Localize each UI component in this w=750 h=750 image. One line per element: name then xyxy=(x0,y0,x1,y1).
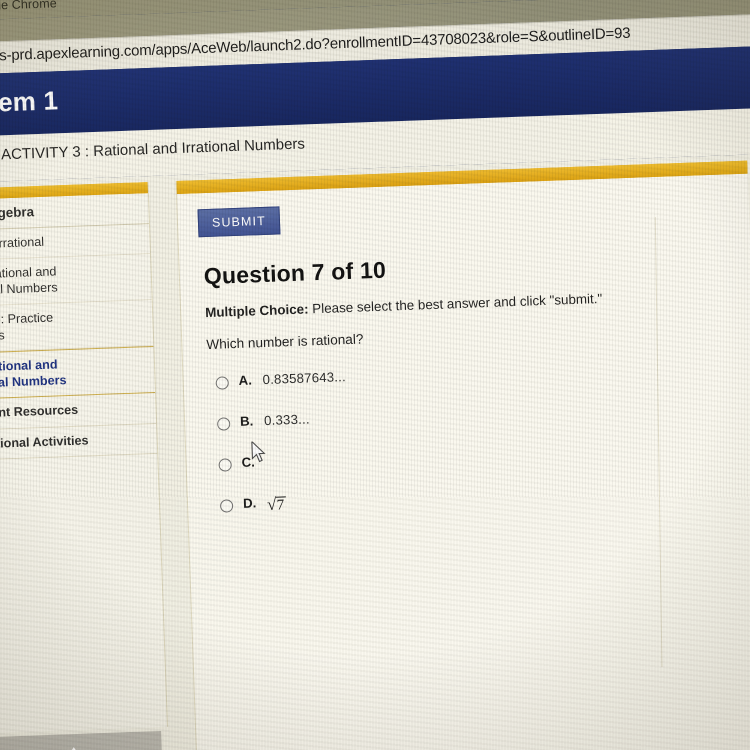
option-text: 0.83587643... xyxy=(262,369,347,388)
answer-option-c[interactable]: C. xyxy=(218,437,737,472)
sidebar-item-label: nd Irrational xyxy=(0,234,45,251)
sidebar-item-6[interactable]: ditional Activities xyxy=(0,423,158,461)
question-panel: SUBMIT Question 7 of 10 Multiple Choice:… xyxy=(175,160,750,750)
sidebar-item-3[interactable]: kup: Practice ems xyxy=(0,300,154,353)
sidebar-item-2[interactable]: : Rational and onal Numbers xyxy=(0,254,152,307)
sidebar-item-label: kup: Practice ems xyxy=(0,310,54,343)
option-letter: D. xyxy=(242,495,257,511)
question-instruction-label: Multiple Choice: xyxy=(204,301,309,321)
square-root-icon: √7 xyxy=(267,494,287,515)
answer-option-d[interactable]: D. √7 xyxy=(219,478,739,517)
option-letter: B. xyxy=(239,413,254,429)
option-letter: A. xyxy=(238,372,253,388)
sidebar-scroll-up-button[interactable] xyxy=(0,730,163,750)
radio-button[interactable] xyxy=(219,499,234,513)
sidebar-item-list: f Algebra nd Irrational : Rational and ona… xyxy=(0,193,158,461)
screen-photo: oogle Chrome urses-prd.apexlearning.com/… xyxy=(0,0,750,750)
sidebar-item-label: f Algebra xyxy=(0,204,35,221)
radio-button[interactable] xyxy=(216,417,231,431)
radicand: 7 xyxy=(275,496,287,514)
radio-button[interactable] xyxy=(218,458,232,472)
sidebar-item-label: ditional Activities xyxy=(0,432,89,451)
radio-button[interactable] xyxy=(215,376,229,390)
page-title: Question 7 of 10 xyxy=(203,256,387,290)
question-instruction: Multiple Choice: Please select the best … xyxy=(205,286,732,320)
option-text: 0.333... xyxy=(263,411,310,429)
course-sidebar: f Algebra nd Irrational : Rational and ona… xyxy=(0,182,168,750)
app-header-title: Sem 1 xyxy=(0,85,59,119)
answer-options: A. 0.83587643... B. 0.333... C. D. √7 xyxy=(215,355,739,516)
screen-surface: oogle Chrome urses-prd.apexlearning.com/… xyxy=(0,0,750,750)
breadcrumb[interactable]: 1 > ACTIVITY 3 : Rational and Irrational… xyxy=(0,135,305,164)
browser-window-title: oogle Chrome xyxy=(0,0,58,14)
sidebar-item-4[interactable]: Rational and onal Numbers xyxy=(0,345,156,400)
option-letter: C. xyxy=(241,454,256,470)
sidebar-item-label: : Rational and onal Numbers xyxy=(0,264,58,297)
option-text: √7 xyxy=(267,494,287,515)
sidebar-item-label: dent Resources xyxy=(0,402,79,421)
question-instruction-text: Please select the best answer and click … xyxy=(308,290,603,317)
sidebar-item-label: Rational and onal Numbers xyxy=(0,357,67,390)
submit-button[interactable]: SUBMIT xyxy=(197,206,281,238)
page-body: f Algebra nd Irrational : Rational and ona… xyxy=(0,153,750,750)
question-prompt: Which number is rational? xyxy=(206,331,364,353)
